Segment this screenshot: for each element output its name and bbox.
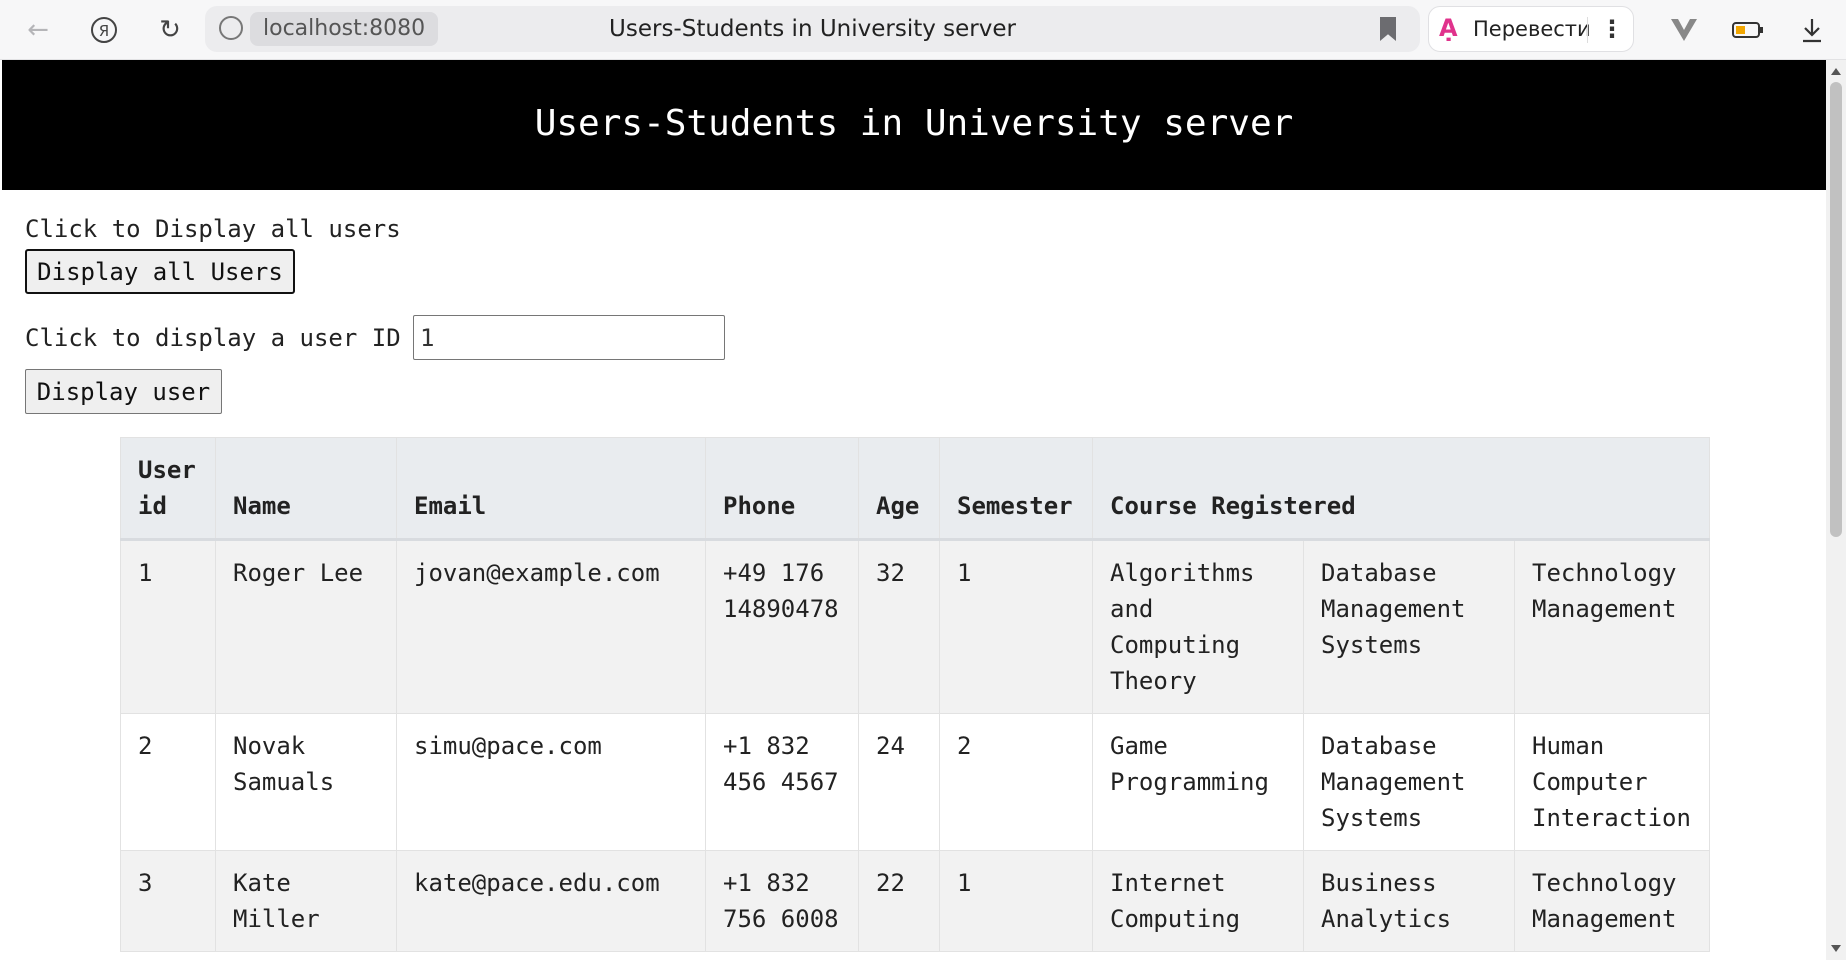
translate-button[interactable]: Ạ Перевести ⋮ (1428, 6, 1634, 52)
header-age: Age (858, 437, 940, 541)
header-email: Email (396, 437, 706, 541)
url-host[interactable]: localhost:8080 (250, 12, 439, 46)
header-course-registered: Course Registered (1092, 437, 1710, 541)
table-header-row: User id Name Email Phone Age Semester Co… (120, 437, 1710, 541)
scroll-up-arrow-icon[interactable] (1831, 68, 1841, 75)
cell-user-id: 3 (120, 850, 216, 952)
cell-course: Business Analytics (1303, 850, 1515, 952)
cell-email: kate@pace.edu.com (396, 850, 706, 952)
site-info-icon[interactable] (219, 16, 243, 40)
cell-course: Technology Management (1514, 850, 1710, 952)
cell-email: jovan@example.com (396, 539, 706, 714)
display-user-prompt: Click to display a user ID (25, 324, 401, 352)
scroll-down-arrow-icon[interactable] (1831, 945, 1841, 952)
cell-course: Database Management Systems (1303, 539, 1515, 714)
cell-age: 22 (858, 850, 940, 952)
header-user-id: User id (120, 437, 216, 541)
address-bar[interactable]: localhost:8080 Users-Students in Univers… (205, 6, 1420, 52)
cell-course: Human Computer Interaction (1514, 713, 1710, 851)
yandex-icon[interactable]: Я (84, 10, 124, 50)
header-phone: Phone (705, 437, 859, 541)
browser-toolbar: ← Я ↻ localhost:8080 Users-Students in U… (0, 0, 1846, 60)
cell-course: Algorithms and Computing Theory (1092, 539, 1304, 714)
cell-user-id: 1 (120, 539, 216, 714)
header-semester: Semester (939, 437, 1093, 541)
header-name: Name (215, 437, 397, 541)
cell-age: 32 (858, 539, 940, 714)
svg-text:Я: Я (99, 22, 109, 40)
cell-name: Kate Miller (215, 850, 397, 952)
cell-course: Technology Management (1514, 539, 1710, 714)
shield-v-icon[interactable] (1664, 10, 1704, 50)
cell-age: 24 (858, 713, 940, 851)
cell-phone: +1 832 456 4567 (705, 713, 859, 851)
cell-name: Roger Lee (215, 539, 397, 714)
display-user-button[interactable]: Display user (25, 369, 222, 414)
table-row: 1 Roger Lee jovan@example.com +49 176 14… (120, 539, 1710, 714)
cell-course: Game Programming (1092, 713, 1304, 851)
translate-icon: Ạ (1439, 14, 1458, 42)
users-table: User id Name Email Phone Age Semester Co… (120, 437, 1710, 952)
divider (1587, 17, 1588, 43)
cell-semester: 1 (939, 539, 1093, 714)
table-row: 3 Kate Miller kate@pace.edu.com +1 832 7… (120, 850, 1710, 952)
downloads-icon[interactable] (1792, 10, 1832, 50)
more-menu-icon[interactable]: ⋮ (1597, 7, 1627, 51)
cell-phone: +1 832 756 6008 (705, 850, 859, 952)
reload-icon[interactable]: ↻ (150, 10, 190, 50)
cell-name: Novak Samuals (215, 713, 397, 851)
battery-saver-icon[interactable] (1728, 10, 1768, 50)
page-content: Users-Students in University server Clic… (2, 60, 1826, 960)
table-row: 2 Novak Samuals simu@pace.com +1 832 456… (120, 713, 1710, 851)
cell-course: Database Management Systems (1303, 713, 1515, 851)
vertical-scrollbar[interactable] (1826, 60, 1846, 960)
bookmark-icon[interactable] (1380, 17, 1396, 41)
page-banner-title: Users-Students in University server (2, 60, 1826, 190)
back-arrow-icon[interactable]: ← (18, 10, 58, 50)
user-id-input[interactable] (413, 315, 725, 360)
cell-semester: 1 (939, 850, 1093, 952)
cell-phone: +49 176 14890478 (705, 539, 859, 714)
cell-semester: 2 (939, 713, 1093, 851)
cell-course: Internet Computing (1092, 850, 1304, 952)
scrollbar-thumb[interactable] (1830, 82, 1842, 537)
display-all-users-button[interactable]: Display all Users (25, 249, 295, 294)
cell-user-id: 2 (120, 713, 216, 851)
translate-label: Перевести (1473, 17, 1591, 41)
display-all-prompt: Click to Display all users (25, 215, 401, 243)
cell-email: simu@pace.com (396, 713, 706, 851)
